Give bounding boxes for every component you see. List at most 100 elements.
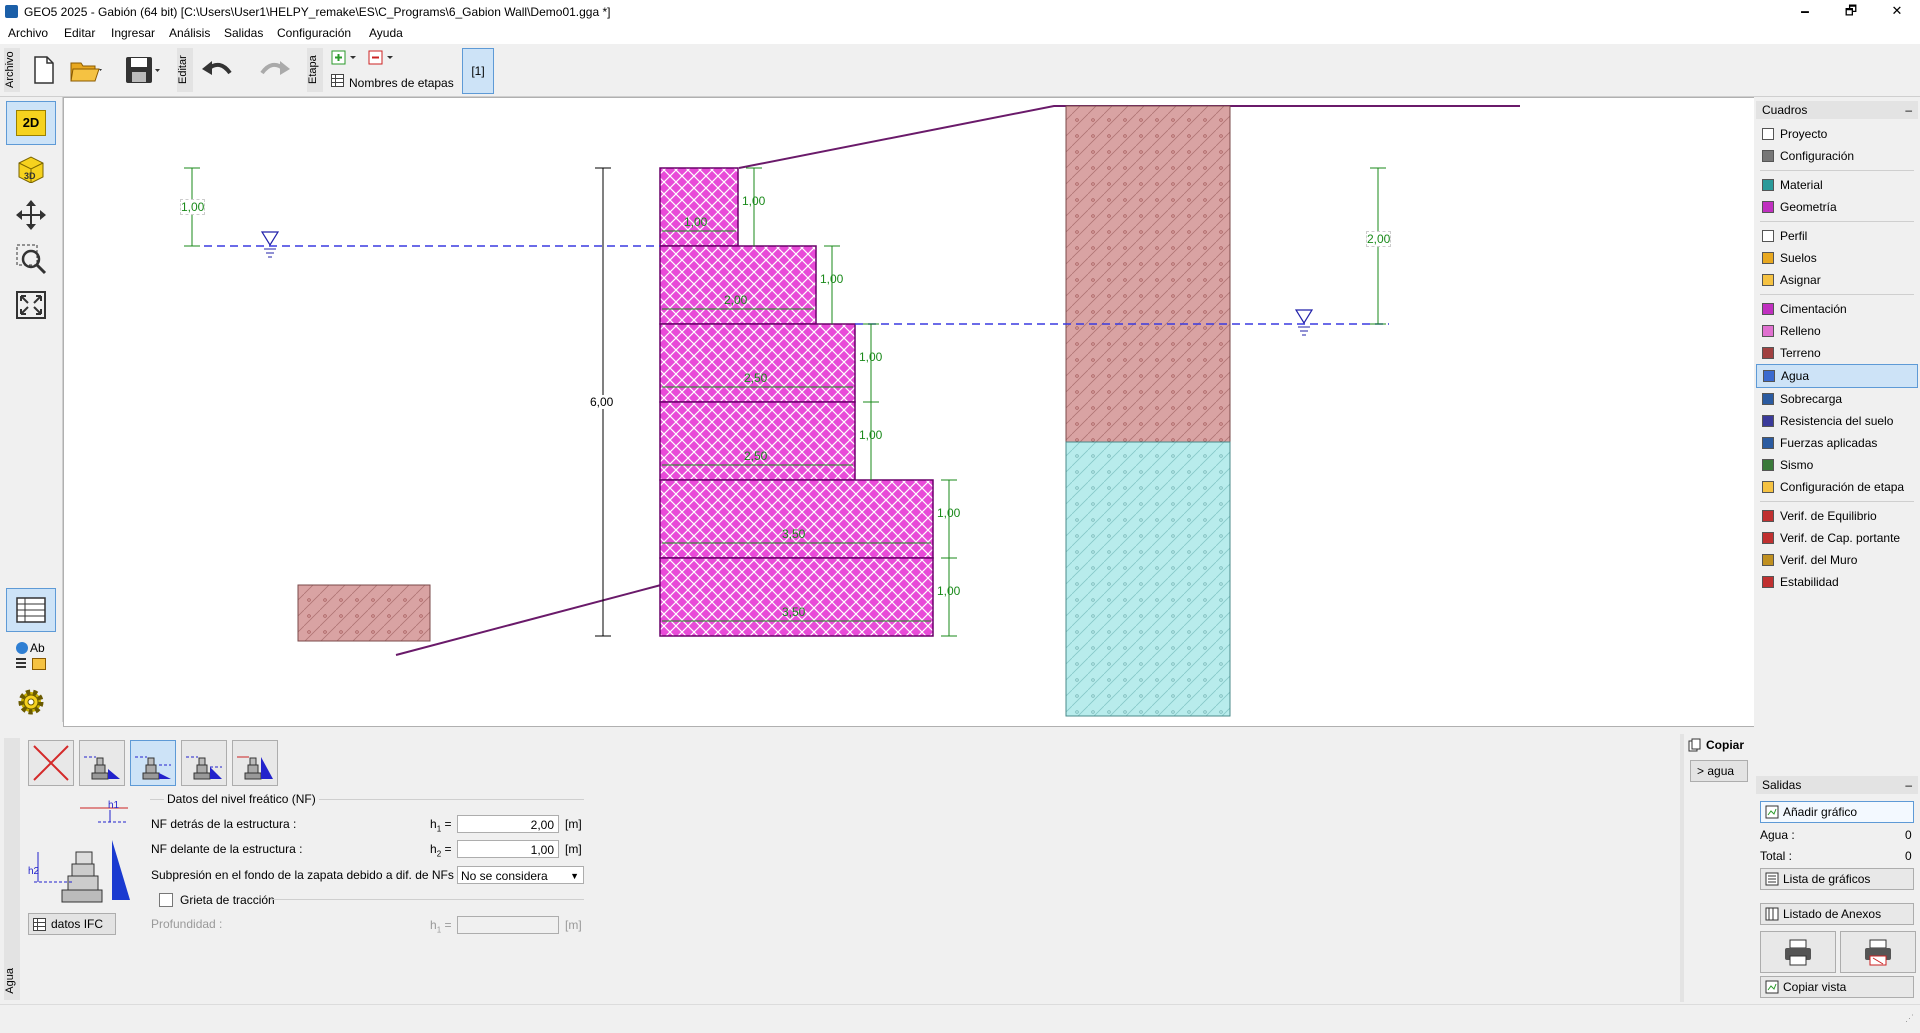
print-button[interactable] <box>1760 931 1836 973</box>
frame-item-proyecto[interactable]: Proyecto <box>1756 123 1918 145</box>
menu-ayuda[interactable]: Ayuda <box>369 26 403 40</box>
water-mode-5-button[interactable] <box>232 740 278 786</box>
copy-view-label: Copiar vista <box>1783 980 1847 994</box>
frame-item-asignar[interactable]: Asignar <box>1756 269 1918 291</box>
frame-item-verif-de-cap-portante[interactable]: Verif. de Cap. portante <box>1756 527 1918 549</box>
view-3d-button[interactable]: 3D <box>6 146 56 190</box>
clipboard-copy-button[interactable]: Copiar <box>1688 738 1744 752</box>
left-toolbar: 2D 3D Ab <box>0 97 63 722</box>
copy-icon <box>1688 738 1701 752</box>
dim-step6-width: 3,50 <box>782 605 806 619</box>
crack-checkbox[interactable] <box>159 893 173 907</box>
frame-item-geometría[interactable]: Geometría <box>1756 196 1918 218</box>
menu-archivo[interactable]: Archivo <box>8 26 48 40</box>
gear-icon <box>1762 150 1774 162</box>
nf-front-input[interactable]: 1,00 <box>457 840 559 858</box>
frame-item-sobrecarga[interactable]: Sobrecarga <box>1756 388 1918 410</box>
frame-item-label: Suelos <box>1780 251 1817 265</box>
view-2d-button[interactable]: 2D <box>6 101 56 145</box>
svg-text:h1: h1 <box>108 800 120 811</box>
zoom-extents-button[interactable] <box>6 283 56 327</box>
style-settings-button[interactable]: Ab <box>6 634 56 678</box>
frame-item-agua[interactable]: Agua <box>1756 364 1918 388</box>
clipboard-item-agua[interactable]: > agua <box>1690 760 1748 782</box>
list-annexes-button[interactable]: Listado de Anexos <box>1760 903 1914 925</box>
water-mode-4-button[interactable] <box>181 740 227 786</box>
title-bar: GEO5 2025 - Gabión (64 bit) [C:\Users\Us… <box>0 0 1920 25</box>
frame-item-sismo[interactable]: Sismo <box>1756 454 1918 476</box>
stage-names-button[interactable]: Nombres de etapas <box>349 76 454 90</box>
zoom-icon <box>16 244 47 275</box>
frame-item-suelos[interactable]: Suelos <box>1756 247 1918 269</box>
total-count-label: Total : <box>1760 849 1793 863</box>
zoom-button[interactable] <box>6 237 56 281</box>
add-graphic-button[interactable]: Añadir gráfico <box>1760 801 1914 823</box>
equilibrium-icon <box>1762 510 1774 522</box>
menu-analisis[interactable]: Análisis <box>169 26 210 40</box>
outputs-header: Salidas – <box>1756 776 1918 794</box>
printer-icon <box>1785 939 1811 966</box>
frame-item-perfil[interactable]: Perfil <box>1756 225 1918 247</box>
frame-item-label: Sobrecarga <box>1780 392 1843 406</box>
app-icon <box>5 5 18 18</box>
collapse-icon[interactable]: – <box>1905 101 1912 119</box>
uplift-select[interactable]: No se considera ▼ <box>457 866 584 884</box>
water-mode-2-button[interactable] <box>79 740 125 786</box>
copy-view-button[interactable]: Copiar vista <box>1760 976 1914 998</box>
nf-behind-input[interactable]: 2,00 <box>457 815 559 833</box>
add-stage-button[interactable] <box>331 50 361 66</box>
ifc-data-button[interactable]: datos IFC <box>28 913 116 935</box>
water-mode-4-icon <box>186 756 222 780</box>
forces-icon <box>1762 437 1774 449</box>
frame-item-resistencia-del-suelo[interactable]: Resistencia del suelo <box>1756 410 1918 432</box>
save-button[interactable] <box>124 50 160 90</box>
list-graphics-icon <box>1765 872 1779 886</box>
total-count-value: 0 <box>1905 849 1912 863</box>
frame-item-cimentación[interactable]: Cimentación <box>1756 298 1918 320</box>
minimize-button[interactable]: 🗕 <box>1782 0 1828 24</box>
clipboard-copy-label: Copiar <box>1706 738 1745 752</box>
stage-1-button[interactable]: [1] <box>462 48 494 94</box>
no-water-icon <box>33 745 69 781</box>
frame-item-label: Verif. de Equilibrio <box>1780 509 1877 523</box>
resize-grip-icon[interactable]: ⋰ <box>1905 1013 1914 1024</box>
pan-button[interactable] <box>6 193 56 237</box>
table-view-button[interactable] <box>6 588 56 632</box>
close-button[interactable]: ✕ <box>1874 0 1920 24</box>
frame-item-estabilidad[interactable]: Estabilidad <box>1756 571 1918 593</box>
geometry-icon <box>1762 201 1774 213</box>
frame-item-verif-del-muro[interactable]: Verif. del Muro <box>1756 549 1918 571</box>
menu-ingresar[interactable]: Ingresar <box>111 26 155 40</box>
gear-icon <box>18 689 44 715</box>
no-water-button[interactable] <box>28 740 74 786</box>
open-file-button[interactable] <box>68 50 104 90</box>
new-file-button[interactable] <box>26 50 62 90</box>
frame-item-relleno[interactable]: Relleno <box>1756 320 1918 342</box>
frame-item-verif-de-equilibrio[interactable]: Verif. de Equilibrio <box>1756 505 1918 527</box>
frame-item-material[interactable]: Material <box>1756 174 1918 196</box>
undo-button[interactable] <box>200 50 236 90</box>
maximize-button[interactable]: 🗗 <box>1828 0 1874 24</box>
remove-stage-button[interactable] <box>368 50 398 66</box>
frame-item-configuración-de-etapa[interactable]: Configuración de etapa <box>1756 476 1918 498</box>
menu-configuracion[interactable]: Configuración <box>277 26 351 40</box>
list-graphics-button[interactable]: Lista de gráficos <box>1760 868 1914 890</box>
drawing-canvas[interactable]: 1,00 1,00 1,00 2,00 1,00 2,50 1,00 2,50 … <box>63 97 1755 727</box>
menu-salidas[interactable]: Salidas <box>224 26 263 40</box>
frame-item-label: Resistencia del suelo <box>1780 414 1894 428</box>
menu-bar: Archivo Editar Ingresar Análisis Salidas… <box>0 24 1920 44</box>
redo-button[interactable] <box>254 50 290 90</box>
menu-editar[interactable]: Editar <box>64 26 95 40</box>
collapse-icon[interactable]: – <box>1905 776 1912 794</box>
stability-icon <box>1762 576 1774 588</box>
water-mode-3-button[interactable] <box>130 740 176 786</box>
frame-item-label: Cimentación <box>1780 302 1847 316</box>
frame-item-fuerzas-aplicadas[interactable]: Fuerzas aplicadas <box>1756 432 1918 454</box>
material-icon <box>1762 179 1774 191</box>
list-annexes-icon <box>1765 907 1779 921</box>
print-preview-button[interactable] <box>1840 931 1916 973</box>
nf-front-unit: [m] <box>565 842 582 856</box>
frame-item-terreno[interactable]: Terreno <box>1756 342 1918 364</box>
settings-button[interactable] <box>6 680 56 724</box>
frame-item-configuración[interactable]: Configuración <box>1756 145 1918 167</box>
